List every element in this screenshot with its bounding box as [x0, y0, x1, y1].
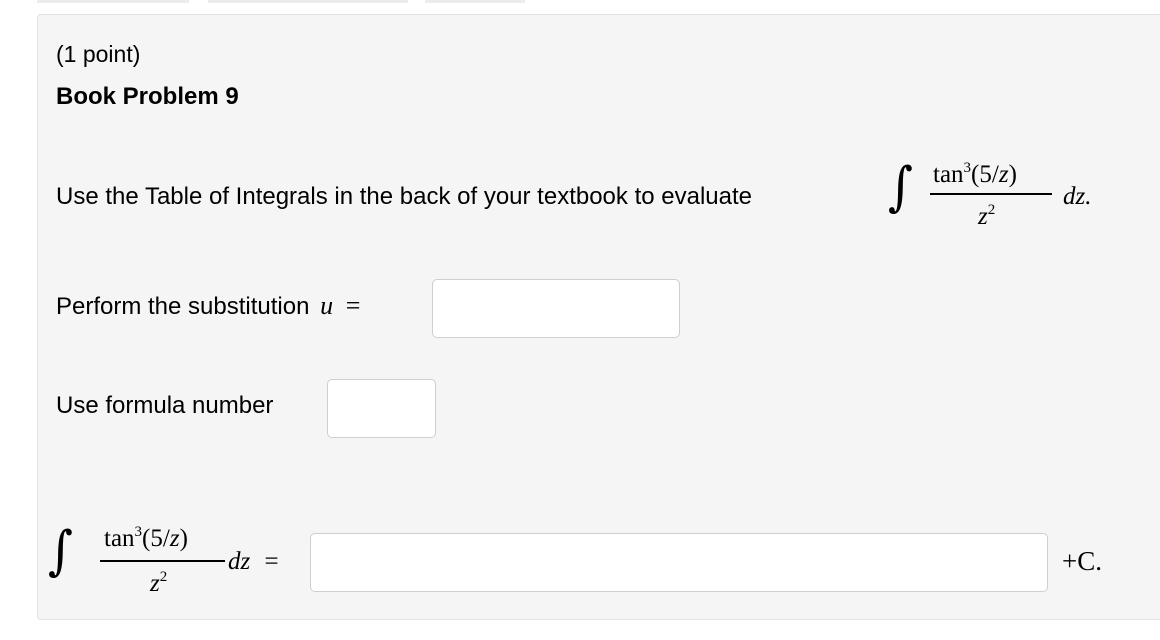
- plus-c-suffix: +C.: [1062, 546, 1102, 576]
- integral-sign-icon: ∫: [888, 156, 914, 218]
- problem-box: (1 point) Book Problem 9 Use the Table o…: [37, 14, 1160, 620]
- formula-number-input[interactable]: [327, 379, 436, 438]
- substitution-equals: =: [345, 291, 361, 320]
- answer-differential-row: dz =: [228, 548, 279, 576]
- formula-label: Use formula number: [56, 392, 274, 419]
- top-tab: [425, 0, 525, 3]
- problem-title: Book Problem 9: [56, 83, 239, 110]
- top-tab: [208, 0, 408, 3]
- substitution-variable: u: [320, 291, 334, 320]
- integrand-numerator: tan3(5/z): [933, 160, 1017, 188]
- top-tabs: [0, 0, 1160, 6]
- problem-points: (1 point): [56, 41, 141, 67]
- problem-prompt: Use the Table of Integrals in the back o…: [56, 183, 752, 210]
- substitution-row: Perform the substitution u =: [56, 291, 360, 321]
- answer-differential: dz: [228, 548, 251, 575]
- answer-integrand-denominator: z2: [150, 569, 168, 597]
- integrand-denominator: z2: [978, 202, 996, 230]
- answer-integrand-numerator: tan3(5/z): [104, 524, 188, 552]
- answer-equals: =: [264, 548, 279, 575]
- integral-sign-icon: ∫: [48, 520, 74, 582]
- fraction-bar: [930, 193, 1052, 195]
- substitution-input[interactable]: [432, 279, 680, 338]
- fraction-bar: [100, 560, 225, 562]
- substitution-label: Perform the substitution: [56, 293, 310, 320]
- top-tab: [37, 0, 189, 3]
- antiderivative-input[interactable]: [310, 533, 1048, 592]
- question-differential: dz.: [1063, 183, 1092, 210]
